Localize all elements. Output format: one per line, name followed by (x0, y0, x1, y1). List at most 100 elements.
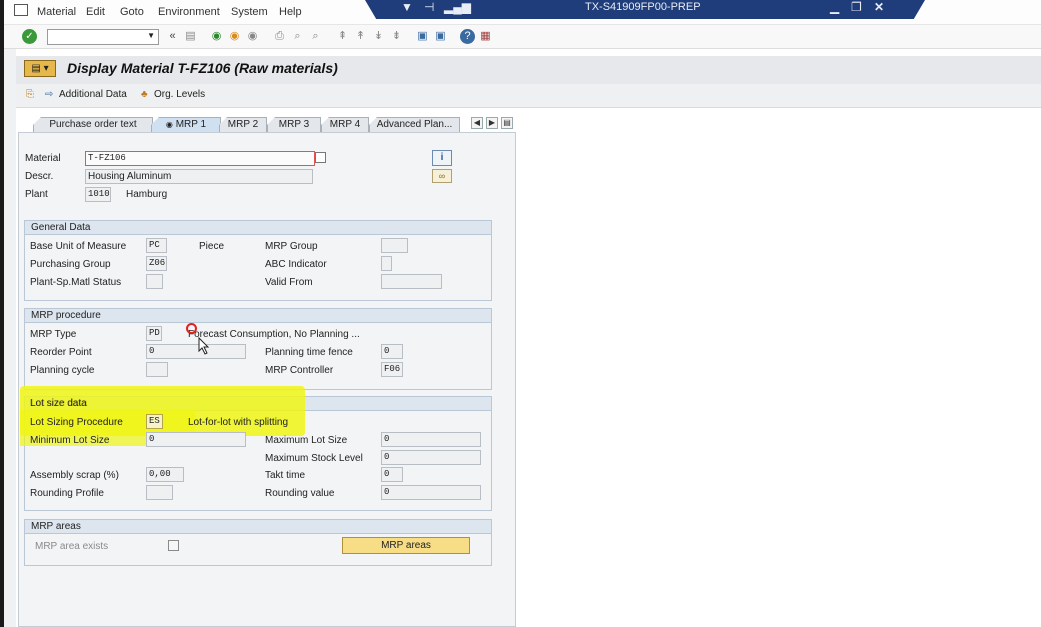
save-icon[interactable]: ▤ (183, 29, 198, 44)
plant-sp-status-field[interactable] (146, 274, 163, 289)
material-field[interactable]: T-FZ106 (85, 151, 315, 166)
lot-size-header-text: Lot size data (30, 398, 87, 409)
tab-scroll-left-icon[interactable]: ◀ (471, 117, 483, 129)
mrp-areas-header: MRP areas (25, 520, 491, 534)
plant-label: Plant (25, 189, 48, 200)
material-label: Material (25, 153, 61, 164)
base-uom-label: Base Unit of Measure (30, 241, 127, 252)
max-lot-size-field[interactable]: 0 (381, 432, 481, 447)
tab-purchase-order-text[interactable]: Purchase order text (33, 117, 153, 133)
purchasing-group-field[interactable]: Z06 (146, 256, 167, 271)
org-levels-icon: ♣ (141, 89, 148, 100)
last-page-icon[interactable]: ⇟ (389, 29, 404, 44)
first-page-icon[interactable]: ⇞ (335, 29, 350, 44)
base-uom-text: Piece (199, 241, 225, 252)
glasses-icon[interactable]: ∞ (432, 169, 452, 183)
command-dropdown-icon[interactable]: ▼ (147, 31, 155, 40)
max-lot-size-label: Maximum Lot Size (265, 435, 348, 446)
mrp-procedure-header: MRP procedure (25, 309, 491, 323)
planning-cycle-label: Planning cycle (30, 365, 95, 376)
tab-mrp-4[interactable]: MRP 4 (321, 117, 369, 133)
menu-material[interactable]: Material (37, 6, 76, 18)
cancel-icon[interactable]: ◉ (245, 29, 260, 44)
planning-fence-field[interactable]: 0 (381, 344, 403, 359)
find-icon[interactable]: ⌕ (290, 29, 305, 44)
general-data-header: General Data (25, 221, 491, 235)
menu-edit[interactable]: Edit (86, 6, 105, 18)
mrp-area-exists-checkbox[interactable] (168, 540, 179, 551)
menu-goto[interactable]: Goto (120, 6, 144, 18)
info-icon[interactable]: i (432, 150, 452, 166)
planning-cycle-field[interactable] (146, 362, 168, 377)
tab-list-icon[interactable]: ▤ (501, 117, 513, 129)
print-icon[interactable]: ⎙ (272, 29, 287, 44)
takt-time-field[interactable]: 0 (381, 467, 403, 482)
abc-indicator-label: ABC Indicator (265, 259, 327, 270)
mrp-type-text: Forecast Consumption, No Planning ... (188, 329, 360, 340)
prev-page-icon[interactable]: ↟ (353, 29, 368, 44)
lot-sizing-procedure-text: Lot-for-lot with splitting (188, 417, 289, 428)
reorder-point-label: Reorder Point (30, 347, 92, 358)
max-stock-level-field[interactable]: 0 (381, 450, 481, 465)
arrow-right-icon: ⇨ (45, 89, 54, 100)
abc-indicator-field[interactable] (381, 256, 392, 271)
base-uom-field[interactable]: PC (146, 238, 167, 253)
next-page-icon[interactable]: ↡ (371, 29, 386, 44)
exit-icon[interactable]: ◉ (227, 29, 242, 44)
window-menu-icon[interactable] (14, 4, 28, 16)
find-next-icon[interactable]: ⌕ (308, 29, 323, 44)
shortcut-icon[interactable]: ▣ (433, 29, 448, 44)
page-title: Display Material T-FZ106 (Raw materials) (67, 60, 338, 76)
descr-field[interactable]: Housing Aluminum (85, 169, 313, 184)
new-session-icon[interactable]: ▣ (415, 29, 430, 44)
mrp-controller-field[interactable]: F06 (381, 362, 403, 377)
tab-scroll-right-icon[interactable]: ▶ (486, 117, 498, 129)
menu-help[interactable]: Help (279, 6, 302, 18)
mrp-areas-button[interactable]: MRP areas (342, 537, 470, 554)
enter-icon[interactable]: ✓ (22, 29, 37, 44)
min-lot-size-field[interactable]: 0 (146, 432, 246, 447)
mrp-area-exists-label: MRP area exists (35, 541, 109, 552)
minimize-icon[interactable]: ▁ (830, 0, 839, 14)
menu-toggle-icon[interactable]: ▤ ▾ (24, 60, 56, 77)
customize-layout-icon[interactable]: ▦ (478, 29, 493, 44)
command-field[interactable]: ▼ (47, 29, 159, 45)
org-levels-button[interactable]: Org. Levels (154, 89, 205, 100)
restore-icon[interactable]: ❐ (851, 0, 862, 14)
reorder-point-field[interactable]: 0 (146, 344, 246, 359)
back-icon[interactable]: ◉ (209, 29, 224, 44)
mrp-type-field[interactable]: PD (146, 326, 162, 341)
double-left-icon[interactable]: « (165, 29, 180, 44)
rounding-value-field[interactable]: 0 (381, 485, 481, 500)
tab-mrp-2[interactable]: MRP 2 (219, 117, 267, 133)
screen-edge (0, 0, 4, 627)
mrp-controller-label: MRP Controller (265, 365, 334, 376)
material-search-help-icon[interactable] (315, 152, 326, 163)
rounding-value-label: Rounding value (265, 488, 335, 499)
tab-mrp-3[interactable]: MRP 3 (267, 117, 321, 133)
assembly-scrap-field[interactable]: 0,00 (146, 467, 184, 482)
min-lot-size-label: Minimum Lot Size (30, 435, 110, 446)
dropdown-icon[interactable]: ▼ (401, 0, 413, 14)
close-icon[interactable]: ✕ (874, 0, 884, 14)
plant-field[interactable]: 1010 (85, 187, 111, 202)
additional-data-icon[interactable]: ⎘ (26, 89, 34, 100)
additional-data-button[interactable]: Additional Data (59, 89, 127, 100)
valid-from-field[interactable] (381, 274, 442, 289)
plant-sp-status-label: Plant-Sp.Matl Status (30, 277, 122, 288)
mrp-group-field[interactable] (381, 238, 408, 253)
descr-label: Descr. (25, 171, 54, 182)
lot-sizing-procedure-field[interactable]: ES (146, 414, 163, 429)
tab-advanced-planning[interactable]: Advanced Plan... (369, 117, 460, 133)
planning-fence-label: Planning time fence (265, 347, 353, 358)
rounding-profile-label: Rounding Profile (30, 488, 104, 499)
menu-system[interactable]: System (231, 6, 268, 18)
menu-environment[interactable]: Environment (158, 6, 220, 18)
mouse-cursor-icon (198, 337, 210, 355)
rounding-profile-field[interactable] (146, 485, 173, 500)
system-title: TX-S41909FP00-PREP (585, 1, 701, 13)
valid-from-label: Valid From (265, 277, 313, 288)
max-stock-level-label: Maximum Stock Level (265, 453, 363, 464)
pin-icon[interactable]: ⊣ (424, 0, 434, 14)
help-icon[interactable]: ? (460, 29, 475, 44)
